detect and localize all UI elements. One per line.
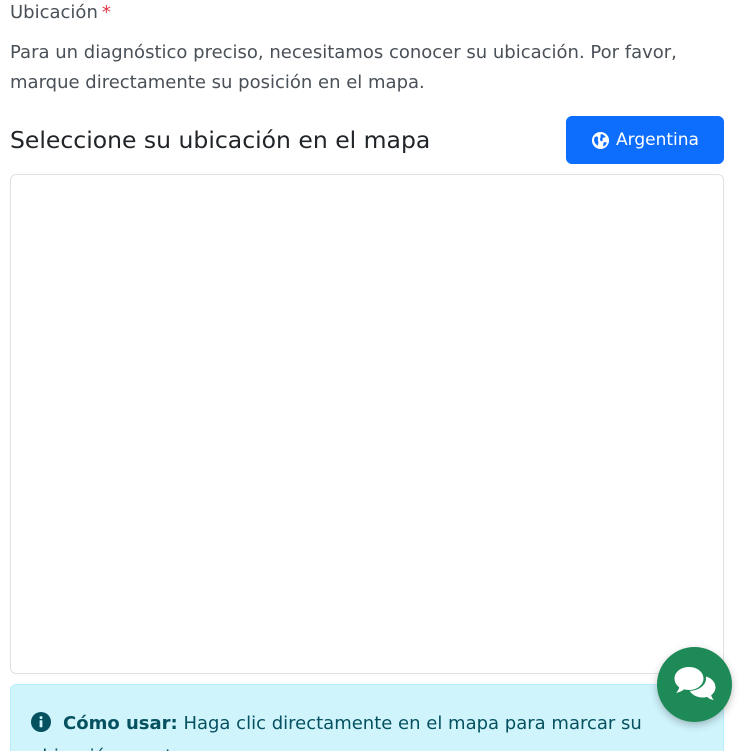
location-field-label: Ubicación * — [10, 1, 111, 25]
page: Ubicación * Para un diagnóstico preciso, … — [0, 0, 749, 751]
chat-bubbles-icon — [673, 664, 717, 706]
info-alert-strong: Cómo usar: — [63, 713, 178, 734]
location-map[interactable] — [10, 174, 724, 674]
map-section-title: Seleccione su ubicación en el mapa — [10, 126, 431, 154]
location-help-text: Para un diagnóstico preciso, necesitamos… — [10, 42, 677, 93]
info-circle-icon — [31, 712, 51, 742]
chat-button[interactable] — [657, 647, 732, 722]
country-button-label: Argentina — [616, 130, 699, 150]
required-asterisk: * — [101, 2, 111, 23]
globe-icon — [591, 131, 610, 150]
country-select-button[interactable]: Argentina — [566, 116, 724, 164]
location-label-text: Ubicación — [10, 2, 98, 23]
info-alert: Cómo usar: Haga clic directamente en el … — [10, 684, 724, 751]
